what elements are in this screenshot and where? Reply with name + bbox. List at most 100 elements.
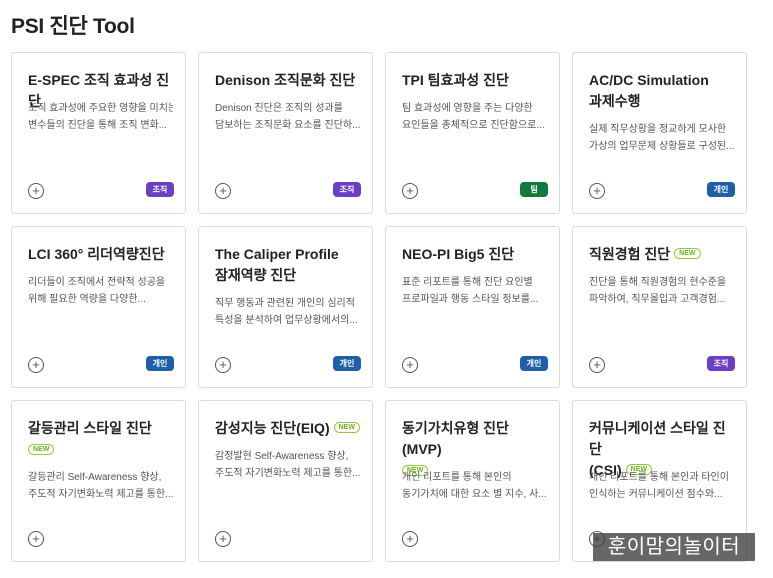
tool-card[interactable]: 동기가치유형 진단(MVP) NEW 개인 리포트를 통해 본인의동기가치에 대한 … [385,400,560,562]
category-tag: 개인 [333,356,361,371]
card-title-text: AC/DC Simulation [589,72,709,88]
card-description: 진단을 통해 직원경험의 현수준을파악하여, 직무몰입과 고객경험... [589,274,734,308]
card-title-text: The Caliper Profile [215,246,339,262]
card-description-line: 파악하여, 직무몰입과 고객경험... [589,294,726,305]
tool-card[interactable]: 갈등관리 스타일 진단 NEW 갈등관리 Self-Awareness 향상, 주도적… [11,400,186,562]
add-plus-icon[interactable]: + [589,183,605,199]
card-title: 갈등관리 스타일 진단 NEW [28,418,173,455]
card-title-line: LCI 360° 리더역량진단 [28,244,173,265]
card-description-line: 표준 리포트를 통해 진단 요인별 [402,277,533,288]
category-tag: 개인 [707,182,735,197]
card-description-line: 특성을 분석하여 업무상황에서의... [215,315,358,326]
card-description: 팀 효과성에 영향을 주는 다양한 요인들을 총체적으로 진단함으로... [402,100,547,134]
card-description: 조직 효과성에 주요한 영향을 미치는변수들의 진단을 통해 조직 변화... [28,100,173,134]
card-title-text: TPI 팀효과성 진단 [402,72,509,88]
card-description-line: 팀 효과성에 영향을 주는 다양한 [402,103,533,114]
tool-card[interactable]: NEO-PI Big5 진단표준 리포트를 통해 진단 요인별프로파일과 행동 … [385,226,560,388]
tool-card[interactable]: TPI 팀효과성 진단팀 효과성에 영향을 주는 다양한 요인들을 총체적으로 진… [385,52,560,214]
card-title-text: 감성지능 진단(EIQ) [215,420,330,436]
card-description: Denison 진단은 조직의 성과를 담보하는 조직문화 요소를 진단하... [215,100,360,134]
card-title: 직원경험 진단 NEW [589,244,734,265]
card-description: 감정발현 Self-Awareness 향상, 주도적 자기변화노력 제고를 통한… [215,448,360,482]
card-title: LCI 360° 리더역량진단 [28,244,173,265]
card-title-text: Denison 조직문화 진단 [215,72,356,88]
card-description-line: 조직 효과성에 주요한 영향을 미치는 [28,103,173,114]
card-title: NEO-PI Big5 진단 [402,244,547,265]
card-title-text: LCI 360° 리더역량진단 [28,246,165,262]
card-title: AC/DC Simulation 과제수행 [589,70,734,112]
new-badge: NEW [28,443,55,455]
card-description-line: 동기가치에 대한 요소 별 지수, 사... [402,489,547,500]
card-description-line: 감정발현 Self-Awareness 향상, [215,451,349,462]
add-plus-icon[interactable]: + [215,531,231,547]
card-description: 실제 직무상황을 정교하게 모사한가상의 업무문제 상황들로 구성된... [589,121,734,155]
category-tag: 팀 [520,182,548,197]
add-plus-icon[interactable]: + [215,357,231,373]
tool-card[interactable]: LCI 360° 리더역량진단리더들이 조직에서 전략적 성공을위해 필요한 역… [11,226,186,388]
add-plus-icon[interactable]: + [402,531,418,547]
card-description-line: Denison 진단은 조직의 성과를 [215,103,343,114]
new-badge: NEW [333,421,360,433]
category-tag: 조직 [333,182,361,197]
add-plus-icon[interactable]: + [402,183,418,199]
card-description-line: 갈등관리 Self-Awareness 향상, [28,472,162,483]
card-title-text: NEO-PI Big5 진단 [402,246,515,262]
card-title: Denison 조직문화 진단 [215,70,360,91]
card-description-line: 진단을 통해 직원경험의 현수준을 [589,277,727,288]
card-description-line: 리더들이 조직에서 전략적 성공을 [28,277,166,288]
card-title: 동기가치유형 진단(MVP) NEW [402,418,547,476]
card-description: 리더들이 조직에서 전략적 성공을위해 필요한 역량을 다양한... [28,274,173,308]
card-title: TPI 팀효과성 진단 [402,70,547,91]
card-description: 개인 리포트를 통해 본인과 타인이인식하는 커뮤니케이션 점수와... [589,469,734,503]
tool-card[interactable]: 직원경험 진단 NEW 진단을 통해 직원경험의 현수준을파악하여, 직무몰입과 고… [572,226,747,388]
tool-card[interactable]: 감성지능 진단(EIQ) NEW 감정발현 Self-Awareness 향상, 주도… [198,400,373,562]
card-description-line: 직무 행동과 관련된 개인의 심리적 [215,298,355,309]
card-description-line: 개인 리포트를 통해 본인의 [402,472,512,483]
page-title: PSI 진단 Tool [11,15,135,38]
card-description: 직무 행동과 관련된 개인의 심리적특성을 분석하여 업무상황에서의... [215,295,360,329]
card-description-line: 위해 필요한 역량을 다양한... [28,294,146,305]
add-plus-icon[interactable]: + [402,357,418,373]
card-title-line: NEO-PI Big5 진단 [402,244,547,265]
category-tag: 조직 [146,182,174,197]
card-description: 갈등관리 Self-Awareness 향상, 주도적 자기변화노력 제고를 통한… [28,469,173,503]
tool-card[interactable]: E-SPEC 조직 효과성 진단 조직 효과성에 주요한 영향을 미치는 변수들의 … [11,52,186,214]
tool-card[interactable]: Denison 조직문화 진단 Denison 진단은 조직의 성과를 담보하는 조… [198,52,373,214]
card-description-line: 변수들의 진단을 통해 조직 변화... [28,120,168,131]
card-title-line: 동기가치유형 진단(MVP) [402,418,547,460]
card-title-line: The Caliper Profile [215,244,360,265]
tool-card[interactable]: AC/DC Simulation 과제수행실제 직무상황을 정교하게 모사한가상의… [572,52,747,214]
card-title-line: Denison 조직문화 진단 [215,70,360,91]
card-description-line: 인식하는 커뮤니케이션 점수와... [589,489,723,500]
category-tag: 조직 [707,356,735,371]
category-tag: 개인 [146,356,174,371]
category-tag: 개인 [520,356,548,371]
card-title-line: 커뮤니케이션 스타일 진단 [589,418,734,460]
card-title-text: 잠재역량 진단 [215,267,297,283]
card-description-line: 개인 리포트를 통해 본인과 타인이 [589,472,729,483]
card-title-line: TPI 팀효과성 진단 [402,70,547,91]
tool-card[interactable]: The Caliper Profile 잠재역량 진단직무 행동과 관련된 개인의… [198,226,373,388]
watermark: 훈이맘의놀이터 [593,533,755,561]
card-title-text: 갈등관리 스타일 진단 [28,420,152,436]
card-description-line: 실제 직무상황을 정교하게 모사한 [589,124,727,135]
card-description-line: 프로파일과 행동 스타일 정보를... [402,294,539,305]
card-description-line: 가상의 업무문제 상황들로 구성된... [589,141,734,152]
card-description: 표준 리포트를 통해 진단 요인별프로파일과 행동 스타일 정보를... [402,274,547,308]
card-description: 개인 리포트를 통해 본인의동기가치에 대한 요소 별 지수, 사... [402,469,547,503]
card-title-text: 과제수행 [589,93,641,109]
new-badge: NEW [674,247,701,259]
card-title: The Caliper Profile 잠재역량 진단 [215,244,360,286]
card-title-line: 감성지능 진단(EIQ) NEW [215,418,360,439]
card-description-line: 주도적 자기변화노력 제고를 통한... [215,468,360,479]
add-plus-icon[interactable]: + [28,357,44,373]
card-title-line: 과제수행 [589,91,734,112]
card-title-line: 갈등관리 스타일 진단 [28,418,173,439]
card-title-line: 직원경험 진단 NEW [589,244,734,265]
card-description-line: 주도적 자기변화노력 제고를 통한... [28,489,173,500]
add-plus-icon[interactable]: + [589,357,605,373]
add-plus-icon[interactable]: + [28,183,44,199]
add-plus-icon[interactable]: + [28,531,44,547]
add-plus-icon[interactable]: + [215,183,231,199]
card-title-text: 직원경험 진단 [589,246,671,262]
